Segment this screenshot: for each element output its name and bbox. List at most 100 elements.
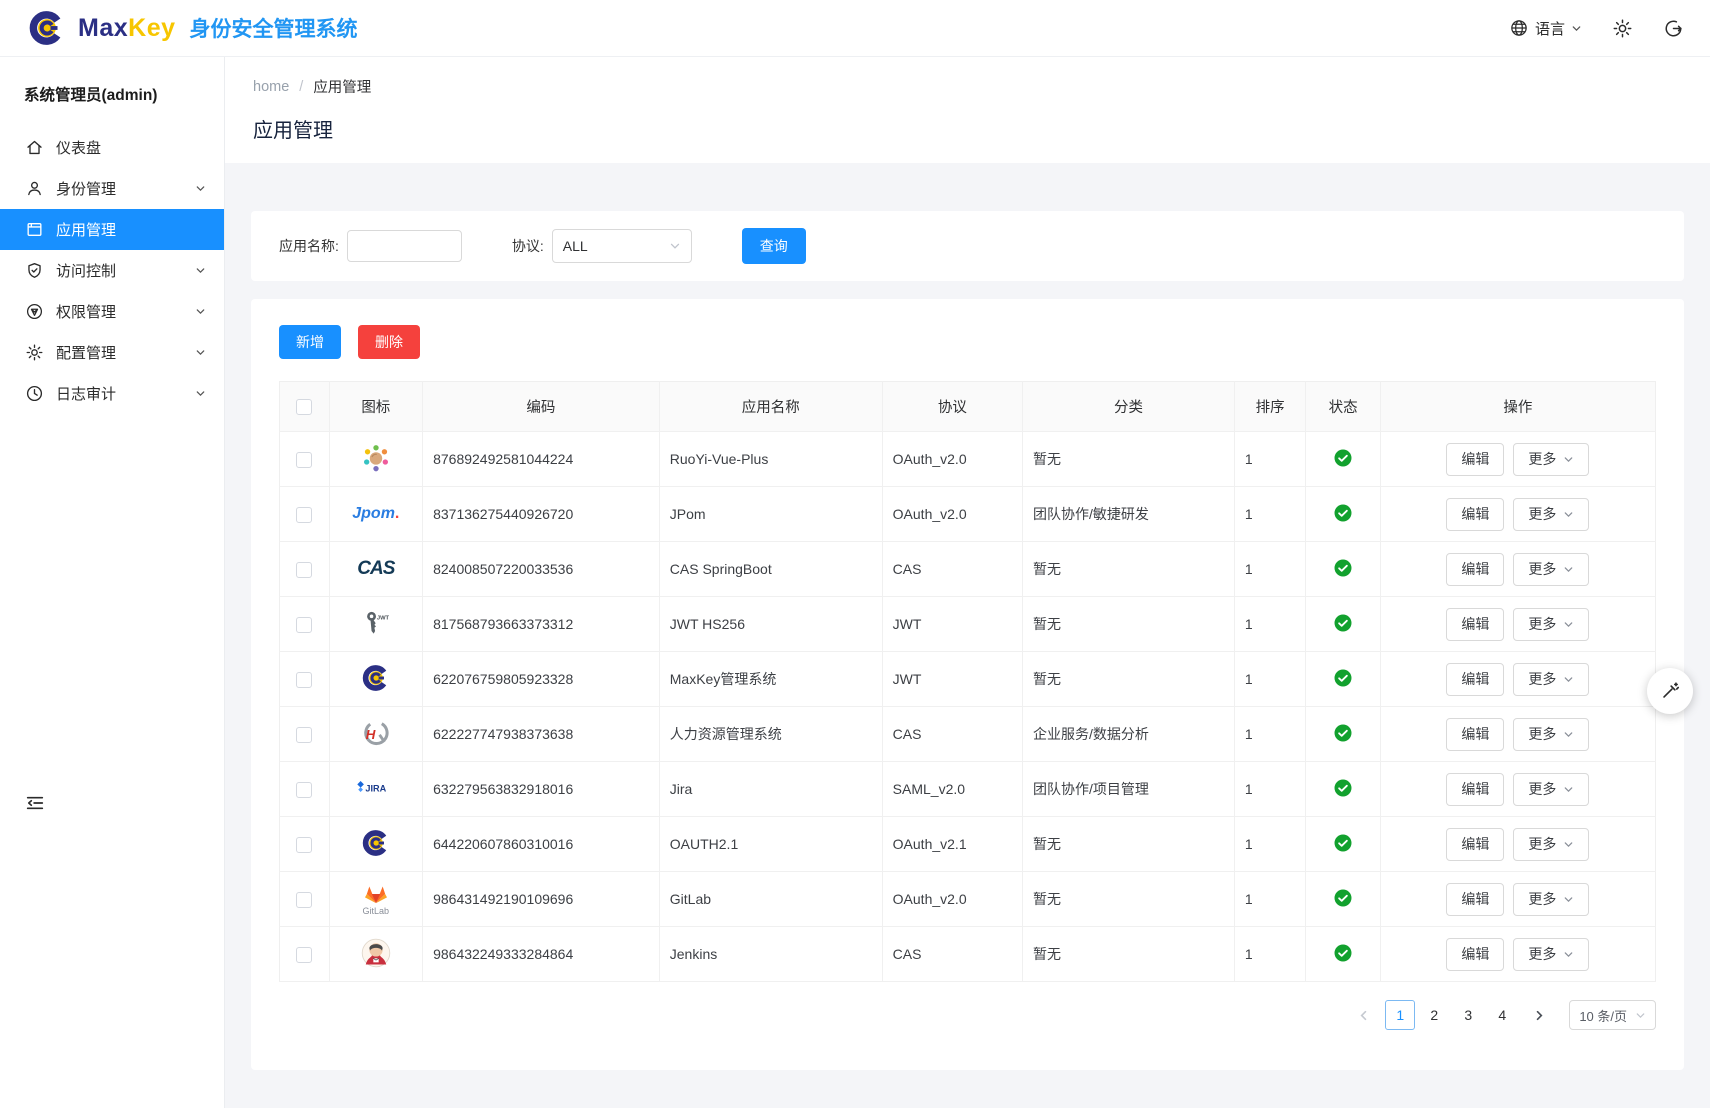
jenkins-logo-icon	[360, 937, 392, 969]
sidebar-item-dashboard[interactable]: 仪表盘	[0, 127, 224, 168]
add-button[interactable]: 新增	[279, 325, 341, 359]
chevron-down-icon	[1563, 949, 1574, 960]
more-button[interactable]: 更多	[1513, 443, 1589, 476]
svg-text:JIRA: JIRA	[365, 783, 386, 793]
settings-gear-icon[interactable]	[1612, 18, 1633, 39]
breadcrumb-separator: /	[299, 79, 303, 95]
app-code: 622227747938373638	[433, 726, 573, 742]
row-checkbox[interactable]	[296, 947, 312, 963]
app-code: 644220607860310016	[433, 836, 573, 852]
maxkey-logo-icon	[360, 827, 392, 859]
next-page-icon[interactable]	[1525, 1001, 1553, 1029]
sidebar-item-label: 配置管理	[56, 342, 116, 363]
row-checkbox[interactable]	[296, 452, 312, 468]
main-area: home / 应用管理 应用管理 应用名称: 协议: ALL 查询 新增	[225, 57, 1710, 1108]
sidebar-item-access[interactable]: 访问控制	[0, 250, 224, 291]
app-protocol: OAuth_v2.0	[893, 451, 967, 467]
app-category: 暂无	[1033, 616, 1061, 632]
sidebar-item-config[interactable]: 配置管理	[0, 332, 224, 373]
sidebar-item-label: 应用管理	[56, 219, 116, 240]
shield-icon	[25, 261, 44, 280]
edit-button[interactable]: 编辑	[1446, 828, 1504, 861]
breadcrumb-home-link[interactable]: home	[253, 79, 289, 95]
row-checkbox[interactable]	[296, 837, 312, 853]
table-body: 876892492581044224 RuoYi-Vue-Plus OAuth_…	[280, 432, 1656, 982]
protocol-select[interactable]: ALL	[552, 229, 692, 263]
search-button[interactable]: 查询	[742, 228, 806, 264]
globe-icon	[1509, 18, 1529, 38]
edit-button[interactable]: 编辑	[1446, 498, 1504, 531]
more-button[interactable]: 更多	[1513, 828, 1589, 861]
edit-button[interactable]: 编辑	[1446, 553, 1504, 586]
app-sort: 1	[1245, 451, 1253, 467]
more-button[interactable]: 更多	[1513, 938, 1589, 971]
sidebar-item-permissions[interactable]: 权限管理	[0, 291, 224, 332]
theme-tool-button[interactable]	[1647, 668, 1693, 714]
more-button[interactable]: 更多	[1513, 553, 1589, 586]
row-checkbox[interactable]	[296, 562, 312, 578]
language-switcher[interactable]: 语言	[1509, 18, 1582, 39]
current-user: 系统管理员(admin)	[0, 57, 224, 119]
chevron-down-icon	[1563, 839, 1574, 850]
edit-button[interactable]: 编辑	[1446, 443, 1504, 476]
logout-icon[interactable]	[1663, 18, 1684, 39]
app-name-label: 应用名称:	[279, 236, 339, 256]
page-button-1[interactable]: 1	[1385, 1000, 1415, 1030]
sidebar-item-label: 身份管理	[56, 178, 116, 199]
chevron-down-icon	[1635, 1010, 1646, 1021]
chevron-down-icon	[1563, 454, 1574, 465]
sidebar-item-apps[interactable]: 应用管理	[0, 209, 224, 250]
page-button-3[interactable]: 3	[1453, 1000, 1483, 1030]
chevron-down-icon	[1563, 564, 1574, 575]
row-checkbox[interactable]	[296, 892, 312, 908]
svg-text:JWT: JWT	[377, 615, 390, 621]
row-checkbox[interactable]	[296, 617, 312, 633]
column-header: 操作	[1380, 382, 1655, 432]
prev-page-icon[interactable]	[1349, 1001, 1377, 1029]
filter-panel: 应用名称: 协议: ALL 查询	[251, 211, 1684, 281]
row-checkbox[interactable]	[296, 727, 312, 743]
app-name: MaxKey管理系统	[670, 671, 777, 687]
app-sort: 1	[1245, 561, 1253, 577]
table-header-row: 图标编码应用名称协议分类排序状态操作	[280, 382, 1656, 432]
edit-button[interactable]: 编辑	[1446, 883, 1504, 916]
column-header: 编码	[423, 382, 660, 432]
app-sort: 1	[1245, 616, 1253, 632]
table-row: 876892492581044224 RuoYi-Vue-Plus OAuth_…	[280, 432, 1656, 487]
row-checkbox[interactable]	[296, 672, 312, 688]
app-name-input[interactable]	[347, 230, 462, 262]
more-button[interactable]: 更多	[1513, 498, 1589, 531]
edit-button[interactable]: 编辑	[1446, 938, 1504, 971]
page-button-2[interactable]: 2	[1419, 1000, 1449, 1030]
edit-button[interactable]: 编辑	[1446, 663, 1504, 696]
app-icon	[25, 220, 44, 239]
page-size-select[interactable]: 10 条/页	[1569, 1000, 1656, 1030]
delete-button[interactable]: 删除	[358, 325, 420, 359]
app-name: RuoYi-Vue-Plus	[670, 451, 769, 467]
more-button[interactable]: 更多	[1513, 663, 1589, 696]
chevron-down-icon	[1571, 23, 1582, 34]
menu-collapse-icon[interactable]	[24, 792, 46, 814]
row-checkbox[interactable]	[296, 782, 312, 798]
sidebar-item-audit[interactable]: 日志审计	[0, 373, 224, 414]
sidebar: 系统管理员(admin) 仪表盘 身份管理 应用管理 访问控制 权限管理	[0, 57, 225, 1108]
table-row: 622076759805923328 MaxKey管理系统 JWT 暂无 1 编…	[280, 652, 1656, 707]
select-all-checkbox[interactable]	[296, 399, 312, 415]
row-checkbox[interactable]	[296, 507, 312, 523]
edit-button[interactable]: 编辑	[1446, 718, 1504, 751]
protocol-select-value: ALL	[563, 238, 588, 254]
more-button[interactable]: 更多	[1513, 883, 1589, 916]
edit-button[interactable]: 编辑	[1446, 773, 1504, 806]
app-category: 暂无	[1033, 891, 1061, 907]
more-button-label: 更多	[1528, 559, 1556, 579]
more-button[interactable]: 更多	[1513, 718, 1589, 751]
edit-button[interactable]: 编辑	[1446, 608, 1504, 641]
app-name: JWT HS256	[670, 616, 745, 632]
more-button[interactable]: 更多	[1513, 773, 1589, 806]
app-category: 团队协作/项目管理	[1033, 781, 1149, 797]
more-button[interactable]: 更多	[1513, 608, 1589, 641]
sidebar-item-identity[interactable]: 身份管理	[0, 168, 224, 209]
more-button-label: 更多	[1528, 614, 1556, 634]
app-category: 暂无	[1033, 561, 1061, 577]
page-button-4[interactable]: 4	[1487, 1000, 1517, 1030]
